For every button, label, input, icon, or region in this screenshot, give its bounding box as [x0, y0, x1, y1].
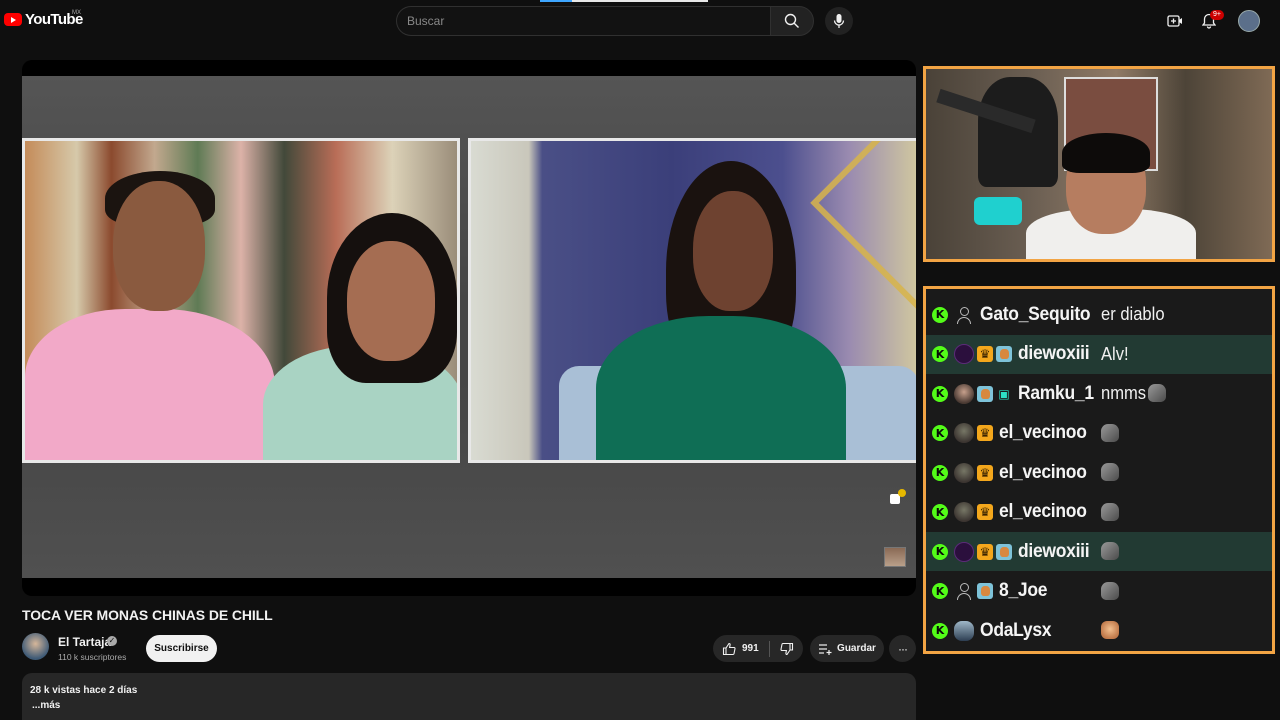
- subscriber-count: 110 k suscriptores: [58, 652, 127, 662]
- chat-username: diewoxiii: [1018, 343, 1090, 364]
- chat-user-avatar: [954, 541, 974, 562]
- chat-emote-icon: [1101, 423, 1119, 442]
- chat-user-avatar: [954, 502, 974, 522]
- views-and-date: 28 k vistas hace 2 días: [30, 685, 138, 696]
- chat-user-avatar: [954, 462, 974, 483]
- kick-icon: K: [932, 504, 948, 520]
- chat-message: K Gato_Sequito er diablo: [926, 295, 1272, 334]
- chat-message-text: nmms: [1101, 383, 1147, 403]
- pkm-badge-icon: [996, 543, 1012, 560]
- like-divider: [768, 640, 770, 657]
- youtube-logo[interactable]: YouTube MX: [4, 10, 83, 28]
- crown-badge-icon: [977, 504, 993, 520]
- account-avatar[interactable]: [1238, 10, 1260, 32]
- top-bar: YouTube MX 9+: [0, 0, 1280, 42]
- stream-chat-overlay: K Gato_Sequito er diablo Kdiewoxiii Alv! K Ram…: [923, 286, 1275, 654]
- thumbs-up-icon: [722, 642, 736, 655]
- channel-name[interactable]: El Tartaja: [58, 635, 111, 649]
- description-box[interactable]: 28 k vistas hace 2 días ...más: [22, 673, 916, 720]
- chat-message: Kdiewoxiii: [926, 532, 1272, 571]
- chat-emote-icon: [1148, 384, 1166, 402]
- alert-dot-icon: [898, 489, 906, 497]
- search-input[interactable]: [397, 7, 767, 35]
- chat-user-avatar: [954, 423, 974, 443]
- save-label: Guardar: [837, 643, 876, 654]
- pkm-badge-icon: [977, 385, 993, 402]
- chat-username: el_vecinoo: [999, 461, 1087, 483]
- kick-icon: K: [932, 306, 948, 323]
- voice-search-button[interactable]: [825, 7, 853, 35]
- create-video-icon: [1167, 15, 1182, 27]
- video-feed-left: [22, 138, 460, 463]
- chat-emote-icon: [1101, 621, 1119, 639]
- thumbs-down-icon: [780, 642, 793, 655]
- chat-username: OdaLysx: [980, 619, 1052, 641]
- chat-username: el_vecinoo: [999, 501, 1087, 522]
- dislike-button[interactable]: [780, 642, 794, 656]
- chat-emote-icon: [1101, 581, 1119, 600]
- video-player[interactable]: [22, 60, 916, 596]
- chat-user-avatar: [954, 581, 974, 601]
- verified-check-icon: ✓: [107, 636, 117, 646]
- kick-icon: K: [932, 346, 948, 362]
- kick-icon: K: [932, 583, 948, 599]
- like-button[interactable]: 991: [713, 635, 759, 662]
- crown-badge-icon: [977, 543, 993, 560]
- crown-badge-icon: [977, 464, 993, 481]
- channel-watermark[interactable]: [884, 547, 906, 567]
- chat-username: 8_Joe: [999, 580, 1048, 601]
- streamer-webcam-overlay: [923, 66, 1275, 262]
- chat-user-avatar: [954, 344, 974, 364]
- video-feed-right: [468, 138, 916, 463]
- loading-progress-bar: [540, 0, 708, 2]
- more-actions-button[interactable]: ···: [889, 635, 916, 662]
- chat-emote-icon: [1101, 542, 1119, 560]
- search-icon: [784, 13, 799, 28]
- show-more-link[interactable]: ...más: [32, 700, 60, 711]
- chat-message: Kel_vecinoo: [926, 493, 1272, 532]
- subscribe-button[interactable]: Suscribirse: [146, 635, 217, 662]
- chat-user-avatar: [954, 383, 974, 404]
- chat-message: Kdiewoxiii Alv!: [926, 334, 1272, 374]
- mic-icon: [833, 14, 845, 28]
- video-title: TOCA VER MONAS CHINAS DE CHILL: [22, 607, 273, 623]
- chat-user-avatar: [954, 305, 974, 325]
- chat-message: K OdaLysx: [926, 611, 1272, 650]
- like-count: 991: [742, 643, 759, 654]
- chat-username: el_vecinoo: [999, 422, 1087, 443]
- save-button[interactable]: Guardar: [810, 635, 884, 662]
- youtube-play-icon: [4, 13, 22, 26]
- kick-icon: K: [932, 385, 948, 402]
- chat-username: diewoxiii: [1018, 540, 1090, 562]
- chat-username: Gato_Sequito: [980, 303, 1091, 325]
- save-playlist-icon: [819, 643, 832, 655]
- kick-icon: K: [932, 543, 948, 560]
- search-box: [396, 6, 771, 36]
- pkm-badge-icon: [996, 346, 1012, 362]
- chat-message: K Ramku_1 nmms: [926, 374, 1272, 413]
- video-frame[interactable]: [22, 76, 916, 578]
- chat-user-avatar: [954, 620, 974, 641]
- chat-emote-icon: [1101, 502, 1119, 521]
- crown-badge-icon: [977, 425, 993, 441]
- like-dislike-group: 991: [713, 635, 803, 662]
- chat-message-text: er diablo: [1101, 304, 1165, 324]
- pkm-badge-icon: [977, 583, 993, 599]
- kick-icon: K: [932, 464, 948, 481]
- chat-message-text: Alv!: [1101, 343, 1129, 364]
- search-button[interactable]: [770, 6, 814, 36]
- channel-avatar[interactable]: [22, 633, 49, 660]
- create-button[interactable]: [1166, 12, 1184, 30]
- notification-count-badge: 9+: [1210, 10, 1224, 20]
- chat-message: Kel_vecinoo: [926, 453, 1272, 492]
- chat-username: Ramku_1: [1018, 382, 1094, 404]
- gift-badge-icon: [996, 386, 1012, 402]
- crown-badge-icon: [977, 346, 993, 362]
- chat-emote-icon: [1101, 463, 1119, 481]
- chat-message: Kel_vecinoo: [926, 414, 1272, 453]
- kick-icon: K: [932, 425, 948, 441]
- country-code: MX: [72, 10, 81, 16]
- kick-icon: K: [932, 622, 948, 639]
- chat-message: K 8_Joe: [926, 572, 1272, 611]
